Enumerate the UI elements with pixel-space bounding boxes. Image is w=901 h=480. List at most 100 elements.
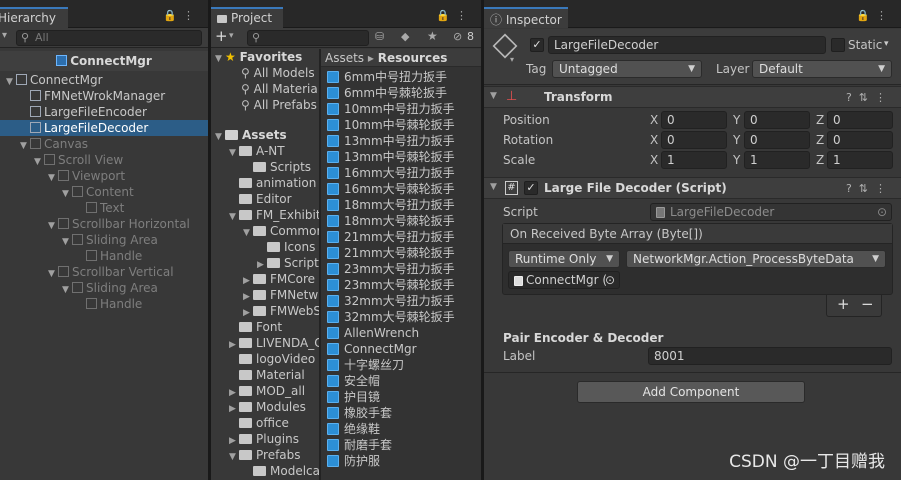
transform-y-input[interactable]: 0	[744, 131, 810, 149]
hierarchy-item[interactable]: ▼ Sliding Area	[62, 232, 158, 248]
foldout-arrow-icon[interactable]: ▼	[20, 138, 30, 154]
hierarchy-item[interactable]: LargeFileEncoder	[20, 104, 147, 120]
gameobject-icon-dropdown[interactable]: ▾	[510, 55, 514, 64]
asset-file-item[interactable]: 橡胶手套	[327, 405, 392, 421]
object-picker-icon[interactable]: ⊙	[877, 204, 887, 220]
transform-z-input[interactable]: 1	[827, 151, 893, 169]
component-help-preset-menu-icons[interactable]: ?⇅⋮	[846, 91, 893, 104]
asset-file-item[interactable]: 6mm中号扭力扳手	[327, 69, 447, 85]
axis-label-y[interactable]: Y	[733, 113, 740, 127]
hierarchy-item[interactable]: ▼ ConnectMgr	[6, 72, 103, 88]
script-enabled-checkbox[interactable]: ✓	[524, 181, 538, 195]
project-folder-item[interactable]: ▶ LIVENDA_C	[229, 335, 319, 351]
transform-x-input[interactable]: 0	[661, 131, 727, 149]
project-folder-item[interactable]: ▼ A-NT	[229, 143, 285, 159]
scene-header[interactable]: ConnectMgr	[0, 51, 208, 71]
asset-file-item[interactable]: 10mm中号棘轮扳手	[327, 117, 455, 133]
project-folder-item[interactable]: ▶ Modules	[229, 399, 306, 415]
axis-label-z[interactable]: Z	[816, 133, 824, 147]
gameobject-active-checkbox[interactable]: ✓	[530, 38, 544, 52]
transform-y-input[interactable]: 1	[744, 151, 810, 169]
asset-file-item[interactable]: AllenWrench	[327, 325, 419, 341]
asset-file-item[interactable]: 23mm大号棘轮扳手	[327, 277, 455, 293]
asset-file-item[interactable]: 32mm大号扭力扳手	[327, 293, 455, 309]
asset-file-item[interactable]: ConnectMgr	[327, 341, 417, 357]
project-folder-item[interactable]: ▶ Script	[257, 255, 319, 271]
foldout-arrow-icon[interactable]: ▼	[62, 234, 72, 250]
static-checkbox[interactable]	[831, 38, 845, 52]
tab-hierarchy[interactable]: Hierarchy	[0, 7, 68, 28]
project-folder-item[interactable]: Material	[229, 367, 305, 383]
transform-z-input[interactable]: 0	[827, 111, 893, 129]
hierarchy-item[interactable]: Text	[76, 200, 124, 216]
foldout-arrow-icon[interactable]: ▼	[6, 74, 16, 90]
add-component-button[interactable]: Add Component	[577, 381, 805, 403]
foldout-arrow-icon[interactable]: ▼	[229, 449, 239, 465]
function-dropdown[interactable]: NetworkMgr.Action_ProcessByteData ▼	[626, 250, 886, 268]
project-folder-item[interactable]: ▶ FMCore	[243, 271, 315, 287]
transform-z-input[interactable]: 0	[827, 131, 893, 149]
transform-x-input[interactable]: 1	[661, 151, 727, 169]
component-help-preset-menu-icons[interactable]: ?⇅⋮	[846, 182, 893, 195]
axis-label-y[interactable]: Y	[733, 133, 740, 147]
event-target-object-field[interactable]: ConnectMgr ( ⊙	[508, 271, 620, 289]
project-folder-item[interactable]: ▼ Prefabs	[229, 447, 301, 463]
tag-dropdown[interactable]: Untagged ▼	[552, 60, 702, 78]
asset-file-item[interactable]: 护目镜	[327, 389, 380, 405]
project-folder-item[interactable]: ▶ FMWebS	[243, 303, 319, 319]
hierarchy-item[interactable]: ▼ Content	[62, 184, 134, 200]
project-folder-item[interactable]: Icons	[257, 239, 315, 255]
hierarchy-item[interactable]: LargeFileDecoder	[20, 120, 148, 136]
asset-file-item[interactable]: 十字螺丝刀	[327, 357, 404, 373]
foldout-arrow-icon[interactable]: ▼	[229, 209, 239, 225]
hierarchy-create-dropdown[interactable]: ▾	[2, 30, 7, 41]
add-listener-button[interactable]: +	[837, 295, 850, 313]
transform-x-input[interactable]: 0	[661, 111, 727, 129]
asset-file-item[interactable]: 18mm大号棘轮扳手	[327, 213, 455, 229]
project-folder-item[interactable]: ▶ MOD_all	[229, 383, 305, 399]
asset-file-item[interactable]: 10mm中号扭力扳手	[327, 101, 455, 117]
foldout-arrow-icon[interactable]: ▼	[62, 186, 72, 202]
axis-label-y[interactable]: Y	[733, 153, 740, 167]
asset-file-item[interactable]: 6mm中号棘轮扳手	[327, 85, 447, 101]
asset-file-item[interactable]: 23mm大号扭力扳手	[327, 261, 455, 277]
project-folder-item[interactable]: Modelca	[243, 463, 319, 479]
project-search-input[interactable]: ⚲	[247, 30, 369, 46]
axis-label-x[interactable]: X	[650, 133, 658, 147]
create-dropdown-icon[interactable]: ▾	[229, 31, 234, 41]
project-lock-menu-icons[interactable]: 🔒⋮	[436, 9, 473, 22]
favorites-item[interactable]: ⚲ All Models	[241, 65, 315, 81]
transform-header[interactable]: ▼ ⊥ Transform ?⇅⋮	[484, 86, 901, 108]
axis-label-x[interactable]: X	[650, 153, 658, 167]
inspector-lock-menu-icons[interactable]: 🔒⋮	[856, 9, 893, 22]
transform-y-input[interactable]: 0	[744, 111, 810, 129]
breadcrumb-assets[interactable]: Assets	[325, 51, 364, 65]
asset-file-item[interactable]: 21mm大号扭力扳手	[327, 229, 455, 245]
hierarchy-lock-menu-icons[interactable]: 🔒⋮	[163, 9, 200, 22]
hierarchy-item[interactable]: ▼ Sliding Area	[62, 280, 158, 296]
hierarchy-item[interactable]: ▼ Scroll View	[34, 152, 123, 168]
hierarchy-item[interactable]: FMNetWrokManager	[20, 88, 165, 104]
axis-label-z[interactable]: Z	[816, 113, 824, 127]
foldout-arrow-icon[interactable]: ▼	[48, 170, 58, 186]
hierarchy-item[interactable]: Handle	[76, 248, 142, 264]
project-folder-item[interactable]: Scripts	[243, 159, 311, 175]
asset-file-item[interactable]: 耐磨手套	[327, 437, 392, 453]
hidden-packages-icon[interactable]: ⊘	[453, 30, 462, 43]
favorites-item[interactable]: ⚲ All Materia	[241, 81, 318, 97]
hierarchy-item[interactable]: ▼ Canvas	[20, 136, 88, 152]
runtime-dropdown[interactable]: Runtime Only ▼	[508, 250, 620, 268]
tab-project[interactable]: Project	[211, 7, 283, 28]
label-input[interactable]: 8001	[648, 347, 892, 365]
asset-file-item[interactable]: 18mm大号扭力扳手	[327, 197, 455, 213]
project-folder-item[interactable]: office	[229, 415, 289, 431]
asset-file-item[interactable]: 16mm大号扭力扳手	[327, 165, 455, 181]
asset-file-item[interactable]: 安全帽	[327, 373, 380, 389]
project-folder-item[interactable]: ▶ Plugins	[229, 431, 299, 447]
asset-file-item[interactable]: 32mm大号棘轮扳手	[327, 309, 455, 325]
foldout-arrow-icon[interactable]: ▼	[48, 218, 58, 234]
hierarchy-search-input[interactable]: ⚲ All	[16, 30, 202, 46]
axis-label-x[interactable]: X	[650, 113, 658, 127]
breadcrumb-resources[interactable]: Resources	[378, 51, 448, 65]
filter-label-icon[interactable]: ◆	[401, 30, 409, 43]
